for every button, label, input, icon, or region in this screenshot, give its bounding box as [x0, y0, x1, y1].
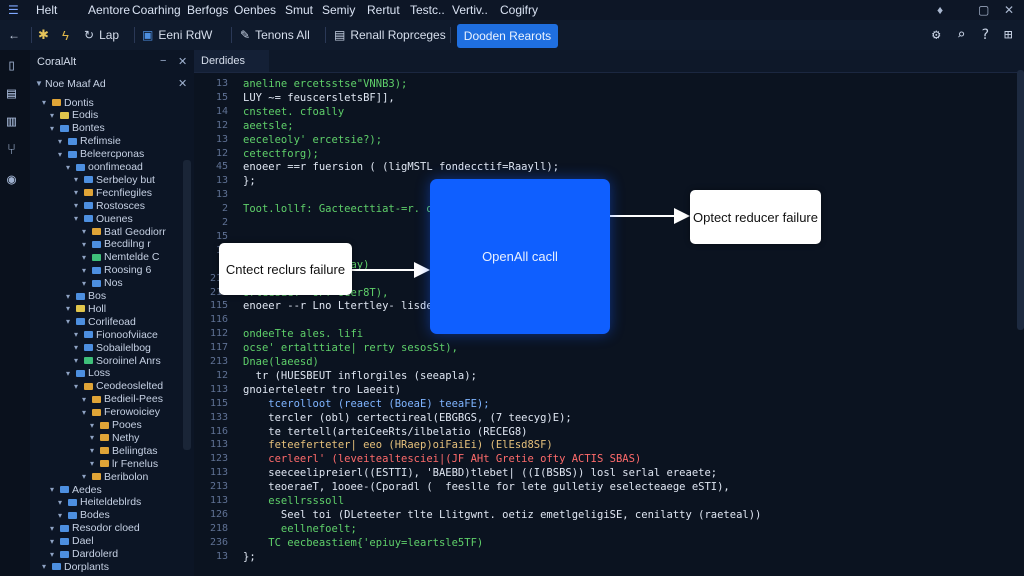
diagram-node-left: Cntect reclurs failure [219, 243, 352, 295]
diagram-node-center: OpenAll cacll [430, 179, 610, 334]
diagram-node-right: Optect reducer failure [690, 190, 821, 244]
